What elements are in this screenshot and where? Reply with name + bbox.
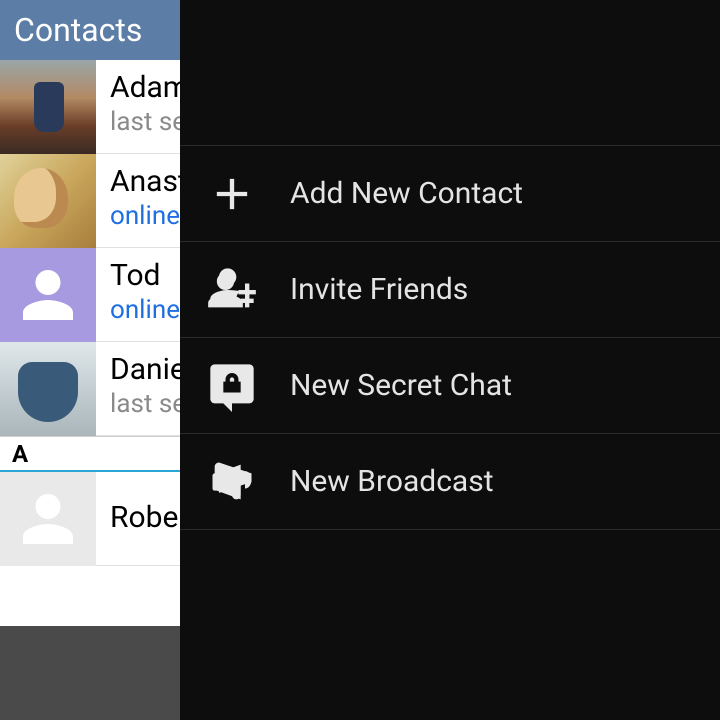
person-icon — [18, 489, 78, 549]
app-screen: Contacts Adam last seen Anastasia online… — [0, 0, 720, 720]
menu-item-add-contact[interactable]: Add New Contact — [180, 146, 720, 242]
avatar — [0, 60, 96, 154]
menu-item-label: Add New Contact — [290, 176, 523, 211]
action-menu: Add New Contact Invite Friends New Secre… — [180, 0, 720, 720]
contact-status: online — [110, 295, 180, 325]
avatar — [0, 154, 96, 248]
menu-item-label: New Secret Chat — [290, 368, 512, 403]
person-icon — [18, 265, 78, 325]
lock-chat-icon — [204, 358, 260, 414]
contact-name: Tod — [110, 258, 180, 293]
menu-item-invite-friends[interactable]: Invite Friends — [180, 242, 720, 338]
menu-item-label: New Broadcast — [290, 464, 494, 499]
page-title: Contacts — [14, 11, 142, 49]
menu-item-broadcast[interactable]: New Broadcast — [180, 434, 720, 530]
menu-item-label: Invite Friends — [290, 272, 468, 307]
menu-item-secret-chat[interactable]: New Secret Chat — [180, 338, 720, 434]
section-letter: A — [12, 440, 28, 468]
avatar — [0, 342, 96, 436]
person-add-icon — [204, 262, 260, 318]
menu-spacer — [180, 0, 720, 146]
avatar — [0, 248, 96, 342]
avatar — [0, 472, 96, 566]
contact-text: Tod online — [96, 248, 180, 325]
megaphone-icon — [204, 454, 260, 510]
plus-icon — [204, 166, 260, 222]
